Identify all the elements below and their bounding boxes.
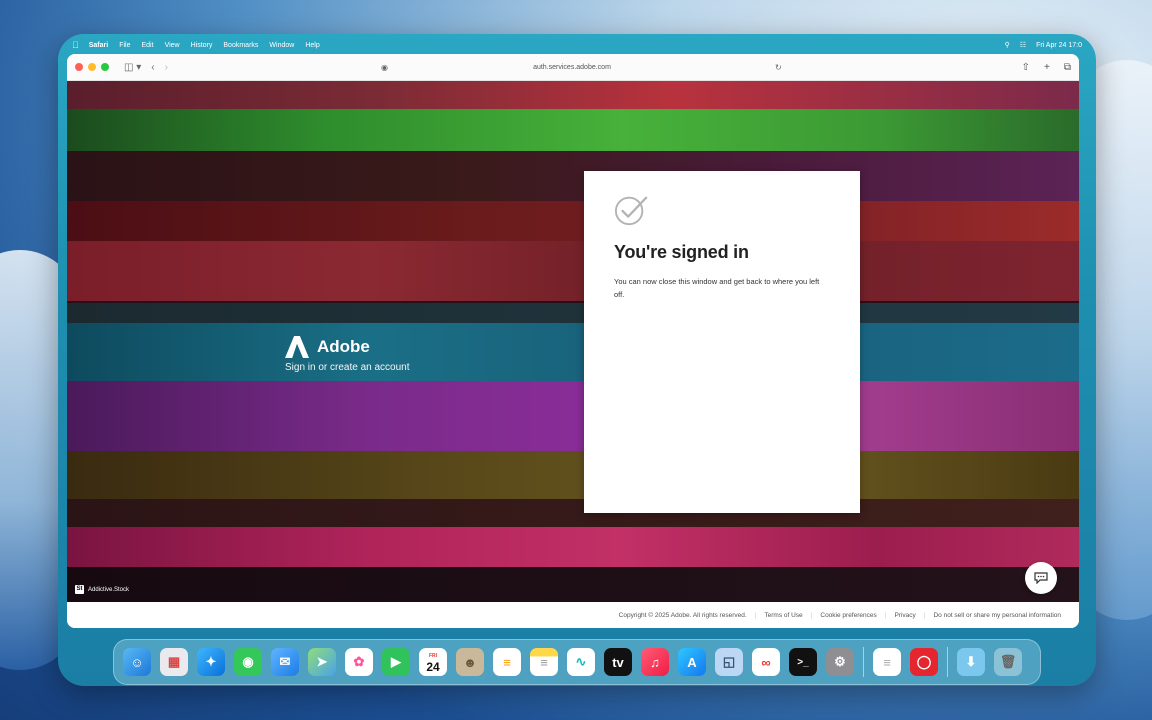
forward-icon[interactable]: › (165, 62, 168, 73)
background-stripe (67, 151, 1079, 201)
sidebar-toggle-icon[interactable]: ◫ ▾ (124, 62, 141, 73)
page-content: Adobe Sign in or create an account You'r… (67, 81, 1079, 602)
browser-window: ◫ ▾ ‹ › ◉ auth.services.adobe.com ↻ ⇧ + … (67, 54, 1079, 628)
footer-link-privacy[interactable]: Privacy (894, 612, 915, 619)
background-stripe (67, 109, 1079, 151)
maps-icon[interactable]: ➤ (308, 648, 336, 676)
adobe-logo-icon (285, 336, 309, 358)
menu-help[interactable]: Help (305, 42, 319, 49)
new-tab-icon[interactable]: + (1044, 62, 1050, 73)
apple-tv-icon[interactable]: tv (604, 648, 632, 676)
tab-overview-icon[interactable]: ⧉ (1064, 62, 1071, 73)
card-message: You can now close this window and get ba… (614, 277, 820, 299)
calendar-day: 24 (426, 660, 440, 674)
background-stripe (67, 303, 1079, 323)
background-stripe (67, 527, 1079, 567)
footer-separator: | (754, 611, 757, 619)
freeform-icon[interactable]: ∿ (567, 648, 595, 676)
background-stripe (67, 201, 1079, 241)
safari-icon[interactable]: ✦ (197, 648, 225, 676)
dock-separator (863, 647, 864, 677)
launchpad-icon[interactable]: ▦ (160, 648, 188, 676)
image-credit-label: Addictive.Stock (88, 586, 130, 593)
contacts-icon[interactable]: ☻ (456, 648, 484, 676)
page-footer: Copyright © 2025 Adobe. All rights reser… (67, 602, 1079, 628)
zoom-window-button[interactable] (101, 63, 109, 71)
background-stripe (67, 323, 1079, 381)
menu-bookmarks[interactable]: Bookmarks (223, 42, 258, 49)
address-bar[interactable]: auth.services.adobe.com (367, 61, 777, 75)
finder-icon[interactable]: ☺ (123, 648, 151, 676)
reminders-icon[interactable]: ≡ (493, 648, 521, 676)
menu-window[interactable]: Window (269, 42, 294, 49)
background-stripe (67, 499, 1079, 527)
notes-icon[interactable]: ≡ (530, 648, 558, 676)
background-stripe (67, 451, 1079, 499)
background-stripe (67, 567, 1079, 602)
menu-history[interactable]: History (191, 42, 213, 49)
photos-icon[interactable]: ✿ (345, 648, 373, 676)
terminal-icon[interactable]: >_ (789, 648, 817, 676)
creative-cloud-icon[interactable]: ∞ (752, 648, 780, 676)
document-icon[interactable]: ≡ (873, 648, 901, 676)
music-icon[interactable]: ♫ (641, 648, 669, 676)
close-window-button[interactable] (75, 63, 83, 71)
checkmark-circle-icon (614, 196, 648, 226)
preview-icon[interactable]: ◱ (715, 648, 743, 676)
control-center-icon[interactable]: ☷ (1020, 41, 1026, 49)
reload-icon[interactable]: ↻ (775, 63, 782, 72)
downloads-folder-icon[interactable]: ⬇ (957, 648, 985, 676)
calendar-icon[interactable]: FRI 24 (419, 648, 447, 676)
menu-clock[interactable]: Fri Apr 24 17:0 (1036, 42, 1082, 49)
background-stripe (67, 381, 1079, 451)
menu-file[interactable]: File (119, 42, 130, 49)
menu-view[interactable]: View (165, 42, 180, 49)
brand-name: Adobe (317, 337, 370, 356)
chat-help-button[interactable] (1025, 562, 1057, 594)
back-icon[interactable]: ‹ (151, 62, 154, 73)
footer-copyright: Copyright © 2025 Adobe. All rights reser… (618, 611, 747, 619)
system-settings-icon[interactable]: ⚙ (826, 648, 854, 676)
dock-separator (947, 647, 948, 677)
footer-link-cookies[interactable]: Cookie preferences (820, 612, 876, 619)
share-icon[interactable]: ⇧ (1022, 62, 1030, 73)
facetime-icon[interactable]: ▶ (382, 648, 410, 676)
footer-separator: | (923, 611, 926, 619)
adobe-branding: Adobe Sign in or create an account (285, 336, 410, 373)
minimize-window-button[interactable] (88, 63, 96, 71)
image-credit[interactable]: St Addictive.Stock (75, 585, 129, 594)
browser-toolbar: ◫ ▾ ‹ › ◉ auth.services.adobe.com ↻ ⇧ + … (67, 54, 1079, 81)
stock-icon: St (75, 585, 84, 594)
brand-tagline: Sign in or create an account (285, 362, 410, 373)
acrobat-icon[interactable]: ◯ (910, 648, 938, 676)
spotlight-search-icon[interactable]: ⚲ (1005, 41, 1010, 49)
menu-app-name[interactable]: Safari (89, 42, 108, 49)
menu-bar:  Safari File Edit View History Bookmark… (66, 37, 1088, 53)
trash-icon[interactable]: 🗑 (994, 648, 1022, 676)
chat-bubble-icon (1034, 572, 1048, 584)
background-stripe (67, 241, 1079, 301)
signed-in-card: You're signed in You can now close this … (584, 171, 860, 513)
apple-icon[interactable]:  (72, 40, 79, 50)
footer-separator: | (884, 611, 887, 619)
messages-icon[interactable]: ◉ (234, 648, 262, 676)
card-title: You're signed in (614, 242, 749, 262)
footer-separator: | (810, 611, 813, 619)
dock: ☺ ▦ ✦ ◉ ✉ ➤ ✿ ▶ FRI 24 ☻ ≡ ≡ ∿ tv ♫ A ◱ … (113, 639, 1041, 685)
footer-link-do-not-sell[interactable]: Do not sell or share my personal informa… (933, 612, 1061, 619)
app-store-icon[interactable]: A (678, 648, 706, 676)
footer-link-terms[interactable]: Terms of Use (764, 612, 802, 619)
mail-icon[interactable]: ✉ (271, 648, 299, 676)
menu-edit[interactable]: Edit (142, 42, 154, 49)
